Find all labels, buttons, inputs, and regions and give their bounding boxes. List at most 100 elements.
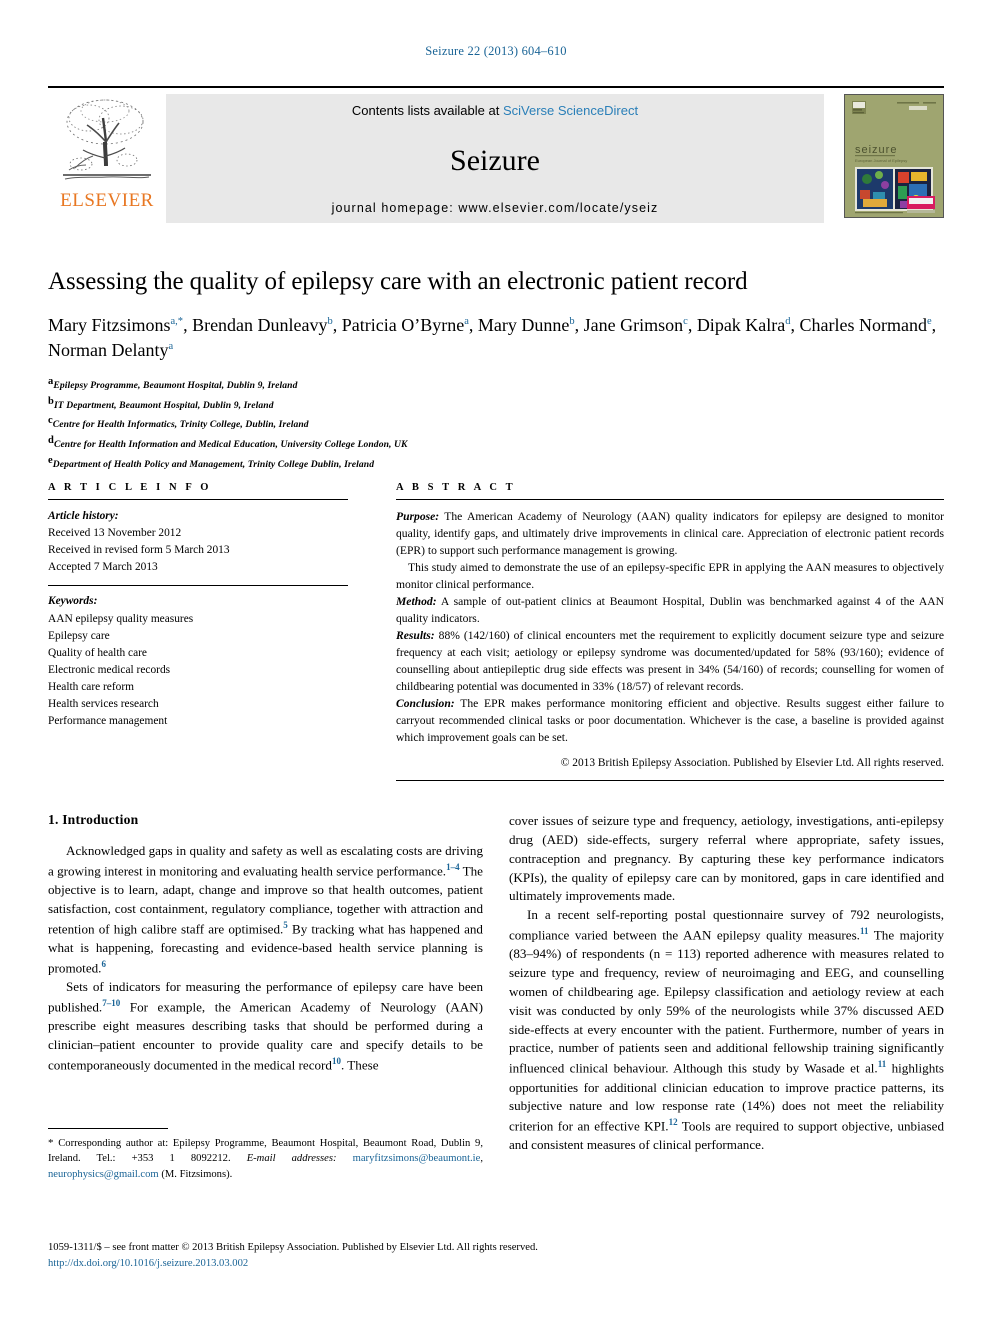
svg-text:seizure: seizure <box>855 144 897 156</box>
affiliation-text: Centre for Health Information and Medica… <box>53 439 408 451</box>
affiliation-item: dCentre for Health Information and Medic… <box>48 433 944 453</box>
paper-title: Assessing the quality of epilepsy care w… <box>48 268 748 295</box>
author-item: Patricia O’Byrnea <box>342 315 469 335</box>
author-name: Norman Delanty <box>48 340 169 361</box>
author-name: Mary Fitzsimons <box>48 314 171 335</box>
abstract-method-label: Method: <box>396 595 437 609</box>
abstract-method-text: A sample of out-patient clinics at Beaum… <box>396 595 944 626</box>
author-item: Jane Grimsonc <box>584 315 688 335</box>
author-name: Patricia O’Byrne <box>341 314 465 335</box>
article-info-column: A R T I C L E I N F O Article history: R… <box>48 482 348 781</box>
author-marks: c <box>683 315 688 327</box>
abstract-purpose-second: This study aimed to demonstrate the use … <box>396 561 944 592</box>
author-name: Mary Dunne <box>477 314 570 335</box>
masthead-center: Contents lists available at SciVerse Sci… <box>166 94 824 223</box>
author-item: Mary Dunneb <box>478 315 575 335</box>
abstract-copyright: © 2013 British Epilepsy Association. Pub… <box>560 757 944 770</box>
footnote-text: * Corresponding author at: Epilepsy Prog… <box>48 1135 483 1182</box>
keyword-item: Epilepsy care <box>48 629 110 642</box>
keyword-item: Health care reform <box>48 680 135 693</box>
citation-ref[interactable]: 10 <box>332 1056 341 1066</box>
footnote-rule <box>48 1128 168 1129</box>
author-name: Charles Normand <box>799 314 927 335</box>
author-list: Mary Fitzsimonsa,*, Brendan Dunleavyb, P… <box>48 314 937 361</box>
intro-paragraph-3: cover issues of seizure type and frequen… <box>509 813 944 904</box>
article-history-label: Article history: <box>48 510 119 522</box>
abstract-results-label: Results: <box>396 629 435 643</box>
author-item: Dipak Kalrad <box>697 315 791 335</box>
author-marks: e <box>927 315 932 327</box>
affiliation-text: Epilepsy Programme, Beaumont Hospital, D… <box>53 380 298 392</box>
abstract-column: A B S T R A C T Purpose: The American Ac… <box>348 482 944 782</box>
citation-ref[interactable]: 6 <box>101 959 106 969</box>
elsevier-tree-icon <box>59 96 155 190</box>
abstract-body: Purpose: The American Academy of Neurolo… <box>396 500 944 772</box>
publisher-logo: ELSEVIER <box>48 94 166 223</box>
doi-link[interactable]: http://dx.doi.org/10.1016/j.seizure.2013… <box>48 1258 248 1269</box>
history-item: Received in revised form 5 March 2013 <box>48 544 230 557</box>
affiliation-item: bIT Department, Beaumont Hospital, Dubli… <box>48 394 944 414</box>
keyword-item: Quality of health care <box>48 646 147 659</box>
email-link-secondary[interactable]: neurophysics@gmail.com <box>48 1169 159 1180</box>
author-marks: a <box>168 341 174 353</box>
affiliation-item: cCentre for Health Informatics, Trinity … <box>48 413 944 433</box>
affiliation-text: Department of Health Policy and Manageme… <box>52 459 375 471</box>
issn-copyright-line: 1059-1311/$ – see front matter © 2013 Br… <box>48 1242 538 1253</box>
email-label: E-mail addresses: <box>246 1153 337 1165</box>
affiliation-item: eDepartment of Health Policy and Managem… <box>48 453 944 473</box>
page-footer: 1059-1311/$ – see front matter © 2013 Br… <box>48 1240 944 1272</box>
intro-p2-part-c: . These <box>340 1057 379 1073</box>
article-history-block: Article history: Received 13 November 20… <box>48 508 348 576</box>
affiliation-list: aEpilepsy Programme, Beaumont Hospital, … <box>48 374 944 473</box>
email-link-primary[interactable]: maryfitzsimons@beaumont.ie <box>353 1153 481 1164</box>
keywords-label: Keywords: <box>48 595 98 608</box>
author-name: Dipak Kalra <box>696 314 786 335</box>
email-owner: (M. Fitzsimons). <box>161 1168 233 1180</box>
author-item: Mary Fitzsimonsa,* <box>48 315 183 335</box>
abstract-method: Method: A sample of out-patient clinics … <box>396 593 944 627</box>
author-name: Jane Grimson <box>583 314 684 335</box>
abstract-conclusion-text: The EPR makes performance monitoring eff… <box>396 697 944 745</box>
abstract-results-text: 88% (142/160) of clinical encounters met… <box>396 629 944 694</box>
author-marks: d <box>785 315 791 327</box>
intro-paragraph-1: Acknowledged gaps in quality and safety … <box>48 842 483 978</box>
body-column-left: 1. Introduction Acknowledged gaps in qua… <box>48 812 483 1155</box>
intro-p2-part-b: For example, the American Academy of Neu… <box>48 999 483 1073</box>
journal-homepage: journal homepage: www.elsevier.com/locat… <box>331 201 659 215</box>
journal-title: Seizure <box>450 143 540 177</box>
affiliation-text: IT Department, Beaumont Hospital, Dublin… <box>53 399 274 411</box>
paper-page: Seizure 22 (2013) 604–610 ELSEVIER Conte… <box>0 0 992 1323</box>
corresponding-author-footnote: * Corresponding author at: Epilepsy Prog… <box>48 1128 483 1182</box>
elsevier-wordmark: ELSEVIER <box>60 190 154 211</box>
citation-ref[interactable]: 12 <box>669 1117 678 1127</box>
citation-ref[interactable]: 1–4 <box>446 862 460 872</box>
intro-p1-part-a: Acknowledged gaps in quality and safety … <box>48 843 483 879</box>
citation-ref[interactable]: 11 <box>878 1059 887 1069</box>
intro-paragraph-2: Sets of indicators for measuring the per… <box>48 978 483 1075</box>
citation-ref[interactable]: 7–10 <box>102 998 120 1008</box>
history-item: Accepted 7 March 2013 <box>48 561 158 574</box>
sciencedirect-link[interactable]: SciVerse ScienceDirect <box>503 103 638 118</box>
abstract-purpose-label: Purpose: <box>396 510 440 523</box>
article-info-body: Article history: Received 13 November 20… <box>48 500 348 730</box>
body-columns: 1. Introduction Acknowledged gaps in qua… <box>48 812 944 1155</box>
abstract-conclusion-label: Conclusion: <box>396 697 455 711</box>
contents-prefix: Contents lists available at <box>351 103 503 118</box>
author-marks: a,* <box>170 315 184 327</box>
keywords-rule <box>48 585 348 587</box>
info-abstract-row: A R T I C L E I N F O Article history: R… <box>48 482 944 782</box>
keyword-item: Electronic medical records <box>48 663 171 676</box>
cover-thumbnail-wrap: seizure European Journal of Epilepsy <box>824 94 944 223</box>
keyword-item: Performance management <box>48 715 168 728</box>
abstract-heading: A B S T R A C T <box>396 482 516 493</box>
history-item: Received 13 November 2012 <box>48 527 182 540</box>
abstract-conclusion: Conclusion: The EPR makes performance mo… <box>396 695 944 746</box>
abstract-purpose: Purpose: The American Academy of Neurolo… <box>396 508 944 559</box>
keyword-item: Health services research <box>48 698 159 711</box>
email-separator: , <box>480 1153 483 1165</box>
journal-masthead: ELSEVIER Contents lists available at Sci… <box>48 86 944 223</box>
running-head: Seizure 22 (2013) 604–610 <box>425 44 567 58</box>
journal-cover-image: seizure European Journal of Epilepsy <box>844 94 944 218</box>
author-name: Brendan Dunleavy <box>192 314 328 335</box>
intro-p4-part-b: The majority (83–94%) of respondents (n … <box>509 927 945 1076</box>
